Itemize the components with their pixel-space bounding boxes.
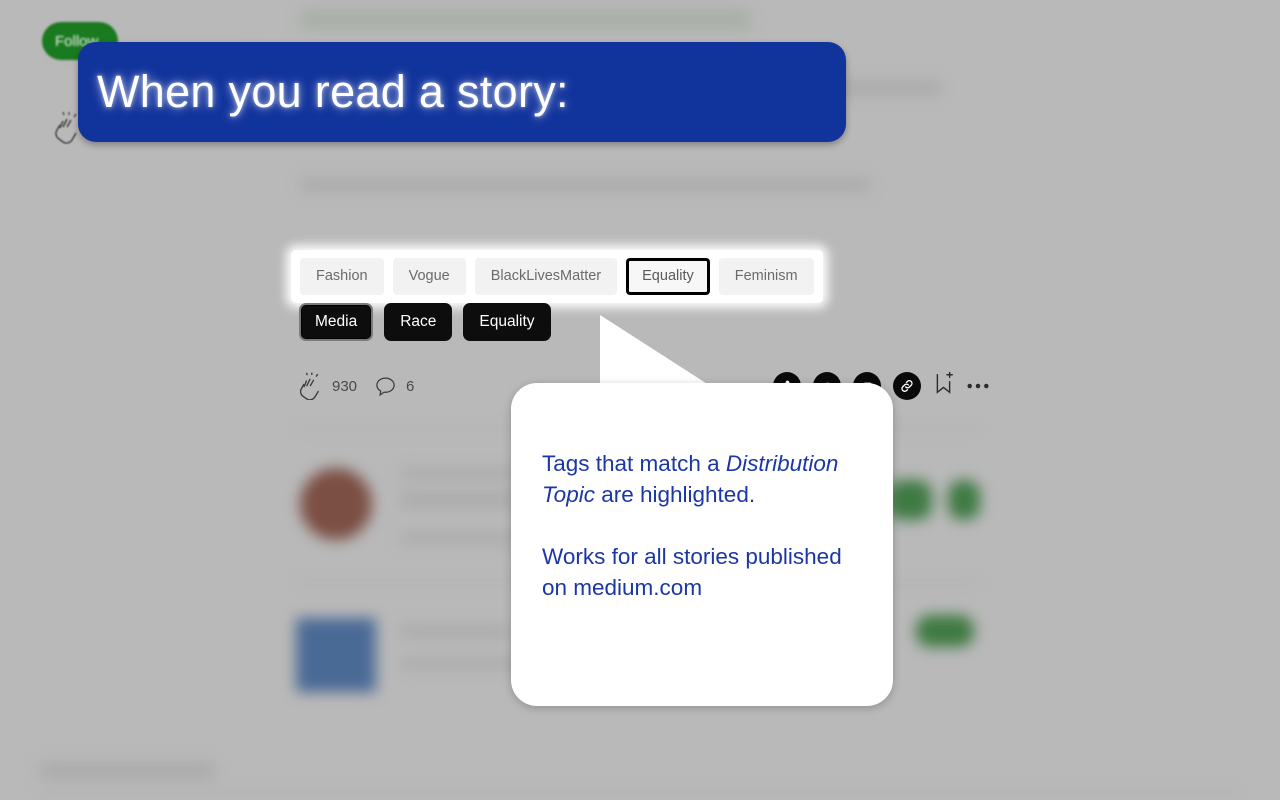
clap-count: 930	[332, 377, 358, 395]
tag-blacklivesmatter[interactable]: BlackLivesMatter	[474, 258, 618, 295]
clap-button[interactable]: 930	[297, 372, 357, 400]
headline-banner: When you read a story:	[78, 42, 846, 142]
clap-icon	[299, 372, 320, 400]
topic-equality[interactable]: Equality	[463, 303, 551, 341]
tag-fashion[interactable]: Fashion	[300, 258, 384, 295]
tag-list: Fashion Vogue BlackLivesMatter Equality …	[291, 250, 823, 303]
tag-feminism[interactable]: Feminism	[718, 258, 814, 295]
callout-paragraph-2: Works for all stories published on mediu…	[542, 544, 842, 600]
engagement-bar: 930 6	[297, 372, 414, 400]
more-horizontal-icon[interactable]	[966, 377, 990, 395]
comment-button[interactable]: 6	[374, 375, 414, 398]
callout-text: Tags that match a Distribution Topic are…	[542, 448, 872, 603]
tag-vogue[interactable]: Vogue	[392, 258, 466, 295]
link-icon[interactable]	[893, 372, 921, 400]
comment-icon	[376, 376, 395, 396]
tag-equality[interactable]: Equality	[626, 258, 710, 295]
headline-text: When you read a story:	[97, 66, 569, 117]
screen-root: Follow Fashion Vogue BlackLivesMatter Eq…	[0, 0, 1280, 800]
bookmark-add-icon[interactable]	[933, 371, 954, 400]
topic-race[interactable]: Race	[384, 303, 453, 341]
topic-media[interactable]: Media	[299, 303, 374, 341]
callout-tail	[600, 315, 712, 387]
callout-line1-b: are highlighted.	[594, 482, 756, 507]
callout-paragraph-1: Tags that match a Distribution Topic are…	[542, 448, 872, 510]
callout-line1-a: Tags that match a	[542, 451, 726, 476]
callout-bubble: Tags that match a Distribution Topic are…	[511, 383, 893, 706]
distribution-topic-list: Media Race Equality	[299, 303, 551, 341]
comment-count: 6	[406, 377, 415, 395]
